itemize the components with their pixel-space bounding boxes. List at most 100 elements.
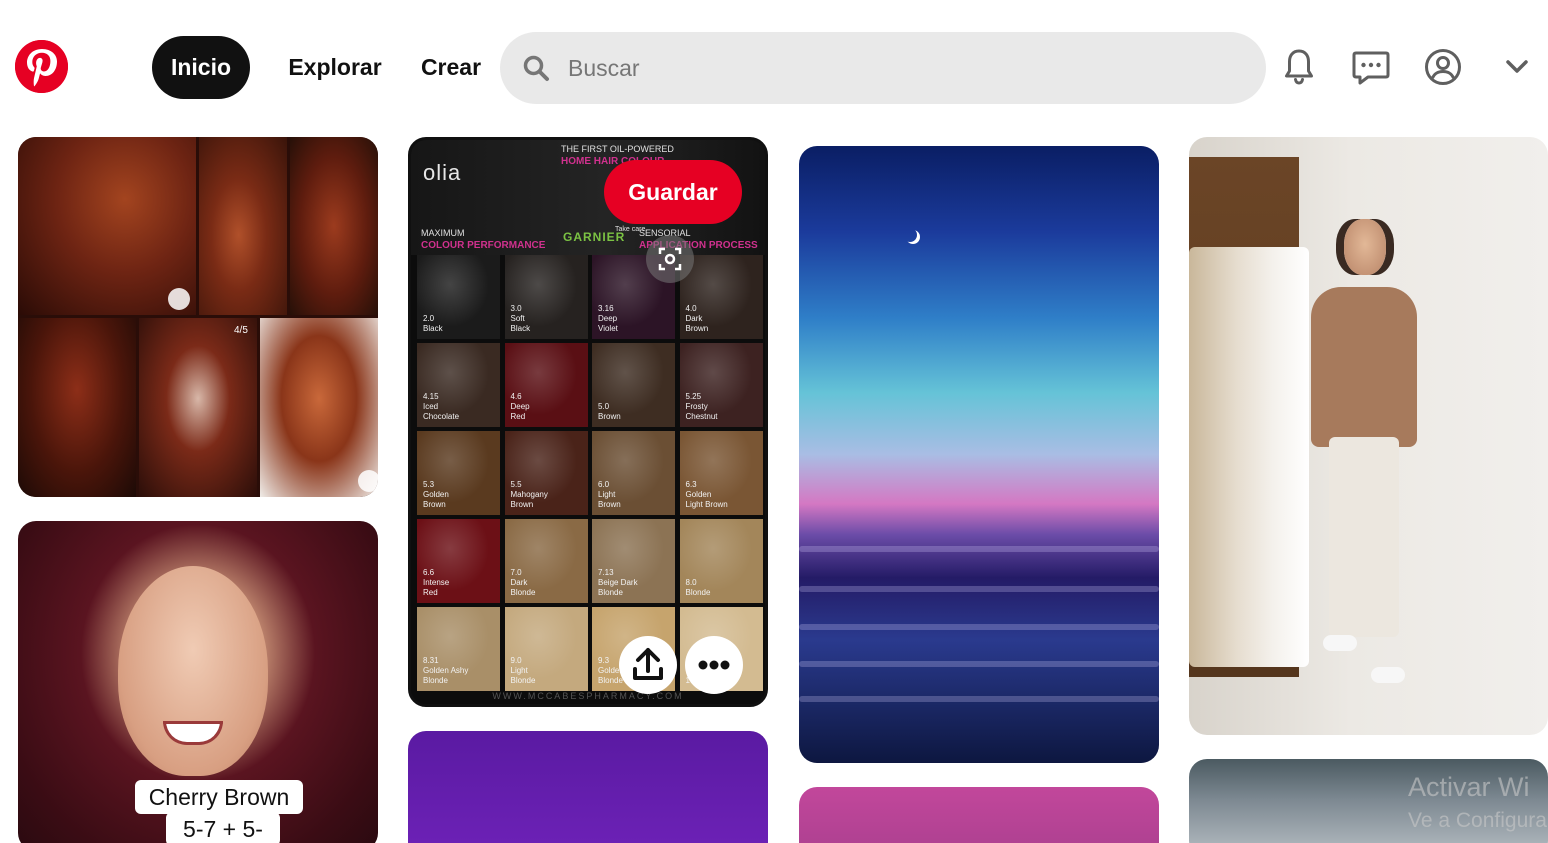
pin-hair-collage[interactable]: 4/5 (18, 137, 378, 497)
color-swatch: 5.25 Frosty Chestnut (679, 343, 763, 427)
pin-hair-color-chart[interactable]: olia THE FIRST OIL-POWERED HOME HAIR COL… (408, 137, 768, 707)
pin-night-sea[interactable] (799, 146, 1159, 763)
blazer-shape (1311, 287, 1417, 447)
swatch-label-line: Black (510, 324, 531, 333)
color-swatch: 4.15 Iced Chocolate (417, 343, 500, 427)
left-title-1: MAXIMUM (421, 228, 465, 238)
caption-line-1: Cherry Brown (135, 780, 303, 814)
pin-pink-sky[interactable] (799, 787, 1159, 843)
olia-brand: olia (423, 160, 462, 185)
swatch-label-line: Mahogany (510, 490, 548, 499)
swatch-label-line: Blonde (510, 676, 536, 685)
hair-photo (18, 137, 196, 315)
swatch-label-line: 3.16 (598, 304, 614, 313)
swatch-label-line: 9.0 (510, 656, 522, 665)
color-swatch: 9.0 Light Blonde (504, 607, 588, 691)
swatch-label: 6.0 Light Brown (598, 480, 621, 510)
swatch-label-line: Red (510, 412, 526, 421)
swatch-label: 8.0 Blonde (686, 578, 711, 598)
search-icon (523, 55, 549, 81)
more-options-icon[interactable] (685, 636, 743, 694)
save-button[interactable]: Guardar (604, 160, 742, 224)
swatch-label: 7.13 Beige Dark Blonde (598, 568, 638, 598)
swatch-label-line: Black (423, 324, 443, 333)
pin-cherry-brown[interactable]: Cherry Brown 5-7 + 5-68 (18, 521, 378, 843)
watermark-line-1: Activar Wi (1408, 772, 1530, 802)
swatch-label-line: Golden Ashy (423, 666, 469, 675)
swatch-label-line: Iced (423, 402, 439, 411)
swatch-label: 2.0 Black (423, 314, 443, 334)
swatch-label-line: Brown (598, 412, 621, 421)
hair-photo (260, 318, 378, 497)
swatch-label: 5.0 Brown (598, 402, 621, 422)
swatch-label-line: Blonde (423, 676, 448, 685)
swatch-label: 5.5 Mahogany Brown (511, 480, 548, 510)
swatch-label-line: Dark (685, 314, 703, 323)
color-swatch: 7.0 Dark Blonde (504, 519, 588, 603)
swatch-label-line: 5.0 (598, 402, 610, 411)
swatch-label: 4.6 Deep Red (511, 392, 530, 422)
shoe-shape (1323, 635, 1357, 651)
swatch-label-line: 7.13 (598, 568, 614, 577)
visual-search-icon[interactable] (168, 288, 190, 310)
wave-line (799, 546, 1159, 552)
swatch-label-line: Brown (510, 500, 534, 509)
swatch-label-line: Golden (423, 490, 449, 499)
windows-activation-watermark: Activar Wi Ve a Configura (1408, 770, 1547, 838)
share-icon[interactable] (619, 636, 677, 694)
notifications-bell-icon[interactable] (1276, 44, 1322, 90)
swatch-label-line: Blonde (510, 588, 536, 597)
swatch-label-line: 4.15 (423, 392, 439, 401)
hair-photo (290, 137, 378, 315)
swatch-label: 4.0 Dark Brown (686, 304, 709, 334)
swatch-label-line: Blonde (598, 588, 623, 597)
pin-fashion-outfit[interactable] (1189, 137, 1548, 735)
color-swatch: 6.3 Golden Light Brown (679, 431, 763, 515)
swatch-label-line: Brown (685, 324, 709, 333)
messages-icon[interactable] (1348, 44, 1394, 90)
swatch-label-line: 7.0 (510, 568, 522, 577)
swatch-label-line: 5.25 (685, 392, 702, 401)
swatch-label-line: 3.0 (510, 304, 522, 313)
swatch-label-line: 6.0 (598, 480, 610, 489)
swatch-label-line: 6.6 (423, 568, 435, 577)
swatch-label-line: Brown (423, 500, 446, 509)
visual-search-icon[interactable] (358, 470, 378, 492)
color-swatch: 5.3 Golden Brown (417, 431, 500, 515)
swatch-label-line: 2.0 (423, 314, 435, 323)
swatch-label-line: Light (510, 666, 528, 675)
profile-icon[interactable] (1420, 44, 1466, 90)
chevron-down-icon[interactable] (1494, 44, 1540, 90)
swatch-label-line: Beige Dark (598, 578, 638, 587)
left-title-2: COLOUR PERFORMANCE (421, 240, 546, 251)
search-bar[interactable] (500, 32, 1266, 104)
clothes-rack (1189, 247, 1309, 667)
shoe-shape (1371, 667, 1405, 683)
color-swatch: 5.5 Mahogany Brown (504, 431, 588, 515)
hair-photo (18, 318, 136, 497)
swatch-label: 5.25 Frosty Chestnut (686, 392, 718, 422)
pants-shape (1329, 437, 1399, 637)
visual-search-icon[interactable] (646, 235, 694, 283)
swatch-label: 8.31 Golden Ashy Blonde (423, 656, 468, 686)
nav-explore-button[interactable]: Explorar (272, 36, 398, 99)
watermark-line-2: Ve a Configura (1408, 809, 1547, 832)
pin-purple-sky[interactable] (408, 731, 768, 843)
swatch-label-line: Red (423, 588, 438, 597)
image-counter: 4/5 (234, 325, 248, 336)
color-swatch: 6.0 Light Brown (592, 431, 675, 515)
nav-create-button[interactable]: Crear (406, 36, 496, 99)
nav-home-button[interactable]: Inicio (152, 36, 250, 99)
wave-line (799, 696, 1159, 702)
swatch-label-line: Dark (510, 578, 528, 587)
wave-line (799, 586, 1159, 592)
pinterest-logo-icon[interactable] (15, 40, 68, 93)
color-swatch: 7.13 Beige Dark Blonde (592, 519, 675, 603)
search-input[interactable] (568, 32, 1238, 104)
swatch-label-line: Soft (510, 314, 525, 323)
color-swatch: 6.6 Intense Red (417, 519, 500, 603)
swatch-label-line: 5.5 (510, 480, 522, 489)
swatch-label-line: 6.3 (685, 480, 697, 489)
swatch-label-line: 4.6 (510, 392, 522, 401)
swatch-label-line: 8.31 (423, 656, 439, 665)
